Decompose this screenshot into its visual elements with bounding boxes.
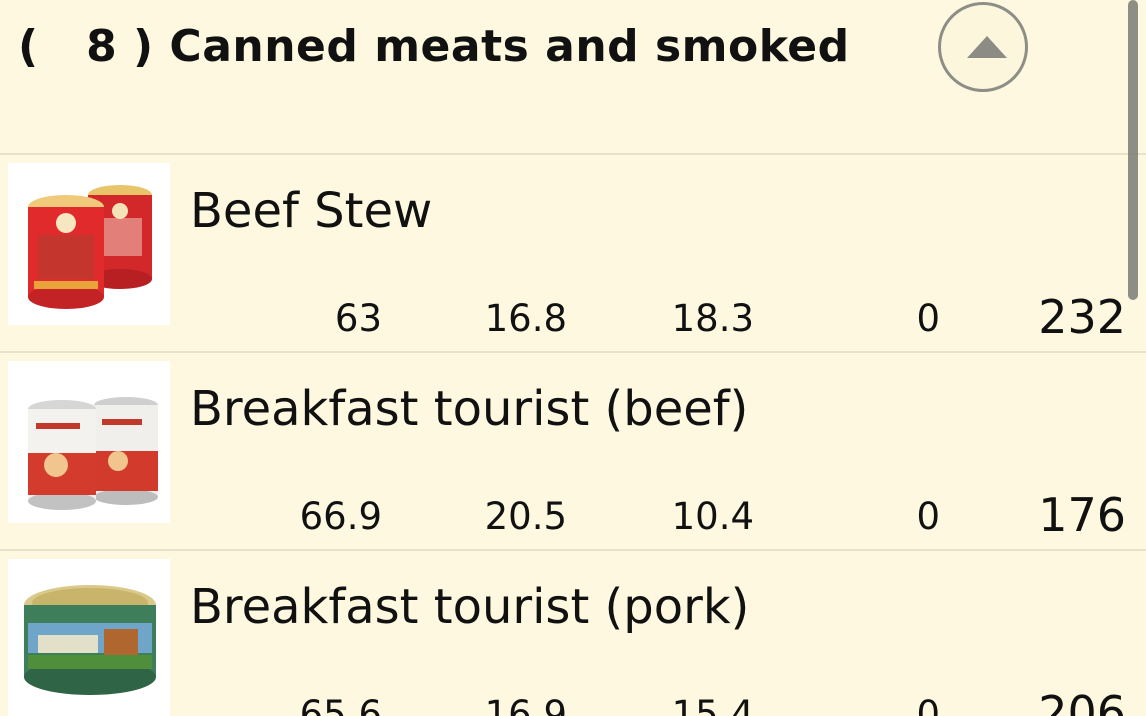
carbs-value: 0	[916, 495, 940, 538]
calories-value: 176	[1038, 488, 1126, 542]
calories-value: 206	[1038, 686, 1126, 716]
white-red-can-pair-icon	[8, 361, 170, 523]
carbs-value: 0	[916, 693, 940, 716]
chevron-up-icon	[967, 36, 1007, 58]
group-header[interactable]: ( 8 ) Canned meats and smoked	[0, 0, 1146, 155]
food-list-screen: ( 8 ) Canned meats and smoked Beef Stew …	[0, 0, 1146, 716]
food-name: Beef Stew	[190, 183, 433, 239]
water-value: 66.9	[299, 495, 382, 538]
protein-value: 16.8	[484, 297, 567, 340]
fat-value: 18.3	[671, 297, 754, 340]
carbs-value: 0	[916, 297, 940, 340]
protein-value: 16.9	[484, 693, 567, 716]
collapse-group-button[interactable]	[938, 2, 1028, 92]
flat-tin-can-icon	[8, 559, 170, 716]
water-value: 63	[334, 297, 382, 340]
fat-value: 10.4	[671, 495, 754, 538]
water-value: 65.6	[299, 693, 382, 716]
food-list: Beef Stew 63 16.8 18.3 0 232 Breakfast t…	[0, 155, 1146, 716]
food-image	[8, 361, 170, 523]
fat-value: 15.4	[671, 693, 754, 716]
food-name: Breakfast tourist (beef)	[190, 381, 749, 437]
food-row[interactable]: Beef Stew 63 16.8 18.3 0 232	[0, 155, 1146, 353]
food-image	[8, 163, 170, 325]
food-image	[8, 559, 170, 716]
food-row[interactable]: Breakfast tourist (pork) 65.6 16.9 15.4 …	[0, 551, 1146, 716]
red-can-pair-icon	[8, 163, 170, 325]
food-row[interactable]: Breakfast tourist (beef) 66.9 20.5 10.4 …	[0, 353, 1146, 551]
group-title: ( 8 ) Canned meats and smoked	[18, 21, 850, 72]
calories-value: 232	[1038, 290, 1126, 344]
food-name: Breakfast tourist (pork)	[190, 579, 750, 635]
protein-value: 20.5	[484, 495, 567, 538]
